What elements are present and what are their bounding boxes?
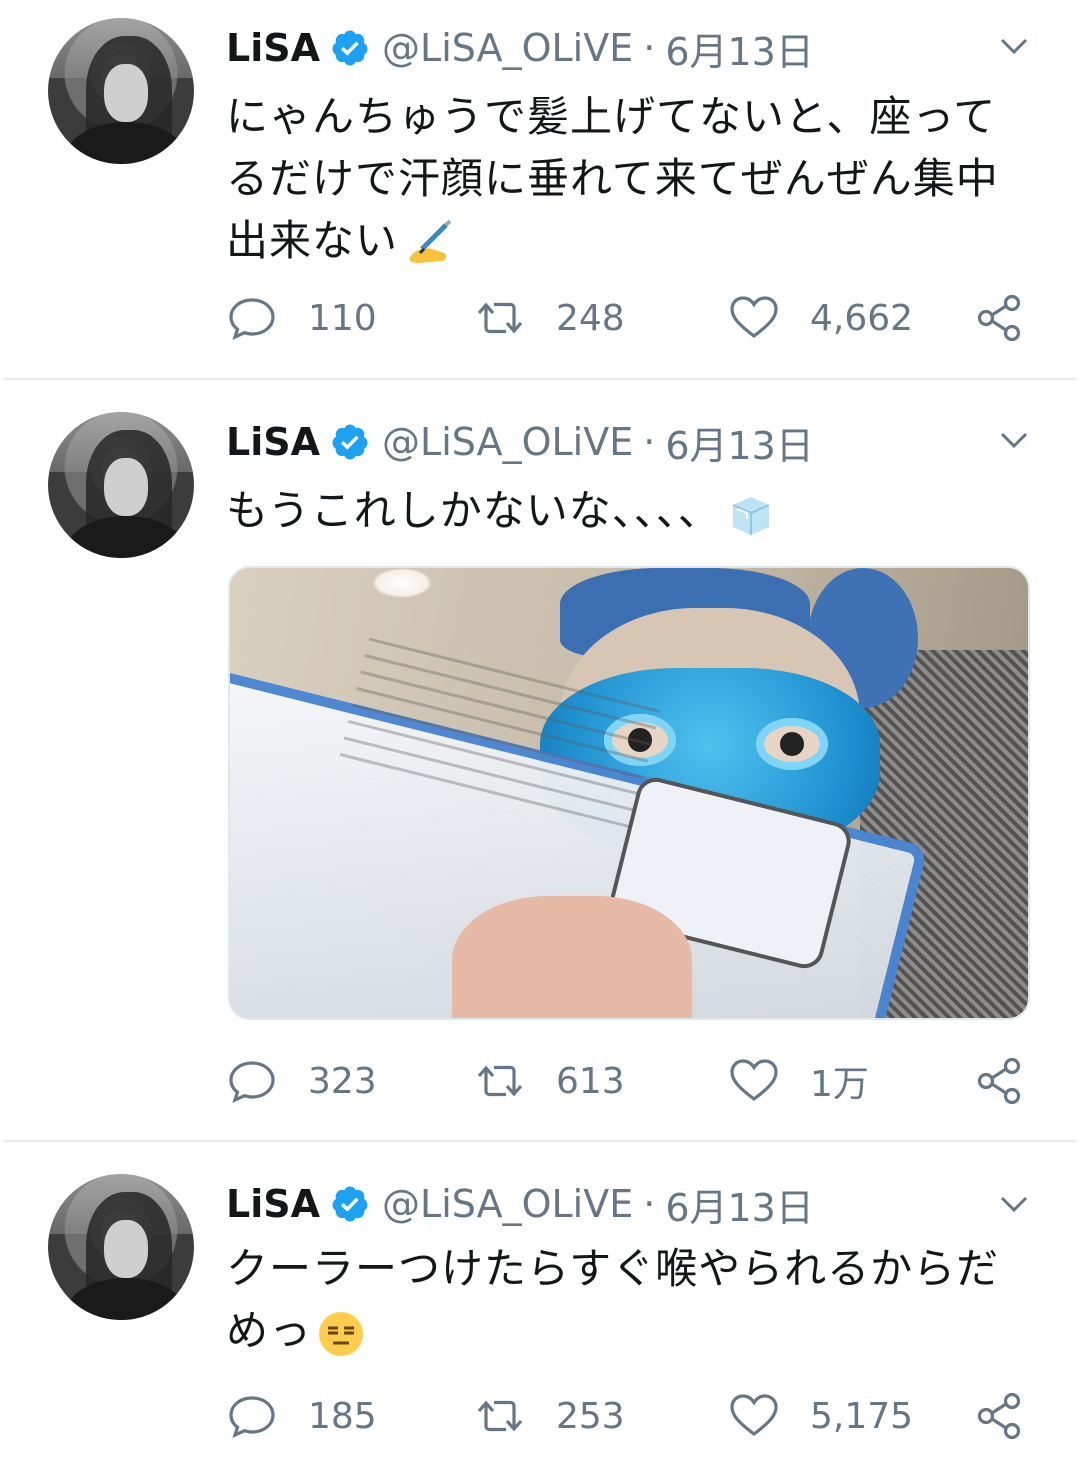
retweet-button[interactable]: 248 xyxy=(474,288,625,348)
timestamp[interactable]: 6月13日 xyxy=(665,1177,814,1232)
reply-button[interactable]: 323 xyxy=(226,1051,377,1111)
share-icon[interactable] xyxy=(974,292,1026,344)
reply-icon xyxy=(229,1396,275,1438)
like-button[interactable]: 5,175 xyxy=(728,1386,913,1446)
share-icon[interactable] xyxy=(974,1390,1026,1442)
timestamp[interactable]: 6月13日 xyxy=(665,415,814,470)
separator: · xyxy=(643,26,656,70)
avatar[interactable] xyxy=(48,18,194,164)
heart-icon xyxy=(730,1059,778,1102)
divider xyxy=(4,1140,1076,1142)
chevron-down-icon[interactable] xyxy=(998,428,1030,452)
reply-count: 185 xyxy=(308,1395,377,1437)
expressionless-face-emoji xyxy=(319,1311,364,1356)
share-icon[interactable] xyxy=(974,1055,1026,1107)
reply-button[interactable]: 185 xyxy=(226,1386,377,1446)
retweet-icon xyxy=(477,302,523,334)
verified-badge-icon xyxy=(332,1186,368,1222)
verified-badge-icon xyxy=(332,424,368,460)
tweet-3[interactable]: LiSA @LiSA_OLiVE · 6月13日 クーラーつけたらすぐ喉やられる… xyxy=(0,1158,1080,1460)
heart-icon xyxy=(730,296,778,339)
reply-count: 110 xyxy=(308,297,377,339)
handle[interactable]: @LiSA_OLiVE xyxy=(382,420,633,464)
separator: · xyxy=(643,1182,656,1226)
like-count: 5,175 xyxy=(810,1395,914,1437)
retweet-count: 253 xyxy=(556,1395,625,1437)
retweet-button[interactable]: 613 xyxy=(474,1051,625,1111)
avatar[interactable] xyxy=(48,1174,194,1320)
reply-icon xyxy=(229,298,275,340)
tweet-text: にゃんちゅうで髪上げてないと、座ってるだけで汗顔に垂れて来てぜんぜん集中出来ない xyxy=(226,86,1016,272)
like-count: 4,662 xyxy=(810,297,914,339)
tweet-actions: 323 613 1万 xyxy=(226,1051,1036,1111)
avatar[interactable] xyxy=(48,412,194,558)
timestamp[interactable]: 6月13日 xyxy=(665,21,814,76)
chevron-down-icon[interactable] xyxy=(998,34,1030,58)
display-name[interactable]: LiSA xyxy=(226,420,320,464)
retweet-button[interactable]: 253 xyxy=(474,1386,625,1446)
like-count: 1万 xyxy=(810,1064,869,1105)
retweet-count: 613 xyxy=(556,1060,625,1102)
tweet-text: もうこれしかないな、、、、 xyxy=(226,480,1016,542)
tweet-actions: 185 253 5,175 xyxy=(226,1386,1036,1446)
retweet-icon xyxy=(477,1065,523,1097)
heart-icon xyxy=(730,1394,778,1437)
reply-icon xyxy=(229,1061,275,1103)
tweet-actions: 110 248 4,662 xyxy=(226,288,1036,348)
handle[interactable]: @LiSA_OLiVE xyxy=(382,1182,633,1226)
tweet-header: LiSA @LiSA_OLiVE · 6月13日 xyxy=(226,418,814,468)
display-name[interactable]: LiSA xyxy=(226,1182,320,1226)
divider xyxy=(4,378,1076,380)
tweet-1[interactable]: LiSA @LiSA_OLiVE · 6月13日 にゃんちゅうで髪上げてないと、… xyxy=(0,0,1080,380)
like-button[interactable]: 4,662 xyxy=(728,288,913,348)
writing-hand-emoji xyxy=(409,219,452,263)
reply-count: 323 xyxy=(308,1060,377,1102)
tweet-text: クーラーつけたらすぐ喉やられるからだめっ xyxy=(226,1238,1016,1362)
handle[interactable]: @LiSA_OLiVE xyxy=(382,26,633,70)
chevron-down-icon[interactable] xyxy=(998,1192,1030,1216)
display-name[interactable]: LiSA xyxy=(226,26,320,70)
like-button[interactable]: 1万 xyxy=(728,1051,869,1111)
retweet-count: 248 xyxy=(556,297,625,339)
tweet-header: LiSA @LiSA_OLiVE · 6月13日 xyxy=(226,24,814,74)
verified-badge-icon xyxy=(332,30,368,66)
retweet-icon xyxy=(477,1400,523,1432)
ice-cube-emoji xyxy=(732,496,770,535)
separator: · xyxy=(643,420,656,464)
reply-button[interactable]: 110 xyxy=(226,288,377,348)
tweet-header: LiSA @LiSA_OLiVE · 6月13日 xyxy=(226,1180,814,1230)
tweet-media-image[interactable] xyxy=(228,566,1030,1020)
